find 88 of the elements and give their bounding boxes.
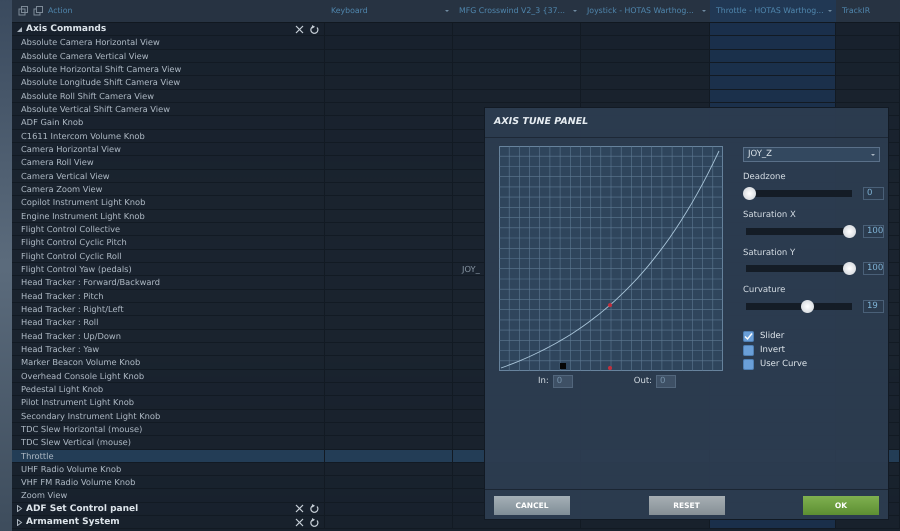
value-field[interactable]: 100 bbox=[863, 262, 884, 276]
expand-icon[interactable] bbox=[16, 518, 23, 526]
collapse-all-icon[interactable] bbox=[33, 6, 44, 16]
action-label[interactable]: Head Tracker : Forward/Backward bbox=[12, 276, 324, 288]
group-title[interactable]: Axis Commands bbox=[26, 23, 106, 36]
slider[interactable] bbox=[743, 262, 855, 276]
action-label[interactable]: Flight Control Yaw (pedals) bbox=[12, 262, 324, 275]
caret-icon bbox=[871, 154, 875, 156]
slider-label: Saturation X bbox=[743, 208, 797, 222]
reset-button[interactable] bbox=[309, 503, 320, 514]
action-label[interactable]: Marker Beacon Volume Knob bbox=[12, 356, 324, 368]
slider-thumb[interactable] bbox=[801, 300, 814, 313]
action-label[interactable]: UHF Radio Volume Knob bbox=[12, 462, 324, 475]
close-icon bbox=[295, 504, 304, 514]
action-label[interactable]: Flight Control Cyclic Pitch bbox=[12, 236, 324, 248]
slider-label: Saturation Y bbox=[743, 246, 796, 260]
value-field[interactable]: 0 bbox=[863, 186, 884, 200]
action-label[interactable]: Head Tracker : Up/Down bbox=[12, 330, 324, 342]
reset-button[interactable] bbox=[309, 516, 320, 528]
group-title[interactable]: ADF Set Control panel bbox=[26, 502, 138, 515]
checkbox[interactable] bbox=[743, 344, 754, 356]
axis-dropdown[interactable]: JOY_Z bbox=[743, 147, 880, 162]
axis-position-marker bbox=[608, 366, 612, 370]
action-label[interactable]: Overhead Console Light Knob bbox=[12, 370, 324, 382]
collapse-icon[interactable] bbox=[16, 26, 23, 33]
slider-label: Curvature bbox=[743, 284, 786, 297]
group-title[interactable]: Armament System bbox=[26, 516, 120, 528]
action-label[interactable]: Flight Control Collective bbox=[12, 222, 324, 235]
action-label[interactable]: Camera Zoom View bbox=[12, 182, 324, 195]
clear-button[interactable] bbox=[294, 516, 305, 528]
slider-label: Deadzone bbox=[743, 171, 787, 184]
action-label[interactable]: Absolute Horizontal Shift Camera View bbox=[12, 62, 324, 75]
checkbox-label: Slider bbox=[760, 330, 784, 342]
action-label[interactable]: TDC Slew Horizontal (mouse) bbox=[12, 422, 324, 435]
action-label[interactable]: Flight Control Cyclic Roll bbox=[12, 250, 324, 262]
slider[interactable] bbox=[743, 224, 855, 238]
curve-point-marker bbox=[608, 303, 612, 308]
check-icon bbox=[744, 332, 753, 340]
expand-all-icon[interactable] bbox=[18, 6, 29, 16]
action-label[interactable]: TDC Slew Vertical (mouse) bbox=[12, 436, 324, 448]
clear-button[interactable] bbox=[294, 24, 305, 35]
value-field[interactable]: 19 bbox=[863, 300, 884, 313]
action-label[interactable]: Head Tracker : Pitch bbox=[12, 290, 324, 302]
action-label[interactable]: Copilot Instrument Light Knob bbox=[12, 196, 324, 208]
checkbox[interactable] bbox=[743, 330, 754, 342]
in-label: In: bbox=[538, 375, 549, 388]
action-label[interactable]: Engine Instrument Light Knob bbox=[12, 210, 324, 222]
action-label[interactable]: Head Tracker : Yaw bbox=[12, 342, 324, 355]
reset-button[interactable] bbox=[309, 24, 320, 35]
action-label[interactable]: C1611 Intercom Volume Knob bbox=[12, 130, 324, 142]
action-label[interactable]: VHF FM Radio Volume Knob bbox=[12, 476, 324, 488]
action-label[interactable]: Pedestal Light Knob bbox=[12, 382, 324, 395]
dialog-title: AXIS TUNE PANEL bbox=[485, 108, 888, 138]
expand-icon[interactable] bbox=[16, 505, 23, 512]
slider-thumb[interactable] bbox=[843, 262, 856, 276]
action-label[interactable]: Absolute Vertical Shift Camera View bbox=[12, 102, 324, 115]
action-label[interactable]: Absolute Roll Shift Camera View bbox=[12, 90, 324, 102]
action-label[interactable]: Absolute Camera Horizontal View bbox=[12, 36, 324, 48]
caret-icon bbox=[702, 10, 706, 12]
slider[interactable] bbox=[743, 186, 855, 200]
slider-thumb[interactable] bbox=[743, 186, 756, 200]
action-label[interactable]: Absolute Longitude Shift Camera View bbox=[12, 76, 324, 88]
action-label[interactable]: Pilot Instrument Light Knob bbox=[12, 396, 324, 408]
value-field[interactable]: 100 bbox=[863, 224, 884, 238]
close-icon bbox=[295, 24, 304, 34]
action-label[interactable]: Camera Vertical View bbox=[12, 170, 324, 182]
action-label[interactable]: Head Tracker : Right/Left bbox=[12, 302, 324, 315]
action-label[interactable]: Secondary Instrument Light Knob bbox=[12, 410, 324, 422]
clear-button[interactable] bbox=[294, 503, 305, 514]
action-label[interactable]: ADF Gain Knob bbox=[12, 116, 324, 128]
caret-icon bbox=[828, 10, 832, 12]
input-position-marker bbox=[560, 363, 566, 369]
out-label: Out: bbox=[634, 375, 652, 388]
action-label[interactable]: Head Tracker : Roll bbox=[12, 316, 324, 328]
checkbox[interactable] bbox=[743, 358, 754, 370]
action-label[interactable]: Zoom View bbox=[12, 489, 324, 502]
slider[interactable] bbox=[743, 300, 855, 313]
slider-thumb[interactable] bbox=[843, 224, 856, 238]
action-label[interactable]: Camera Horizontal View bbox=[12, 142, 324, 155]
close-icon bbox=[295, 518, 304, 527]
checkbox-label: User Curve bbox=[760, 358, 808, 370]
action-label[interactable]: Camera Roll View bbox=[12, 156, 324, 168]
caret-icon bbox=[573, 10, 577, 12]
checkbox-label: Invert bbox=[760, 344, 785, 356]
reset-icon bbox=[310, 24, 319, 34]
caret-icon bbox=[445, 10, 449, 12]
action-label[interactable]: Absolute Camera Vertical View bbox=[12, 50, 324, 62]
binding-label[interactable]: JOY_ bbox=[453, 262, 480, 275]
